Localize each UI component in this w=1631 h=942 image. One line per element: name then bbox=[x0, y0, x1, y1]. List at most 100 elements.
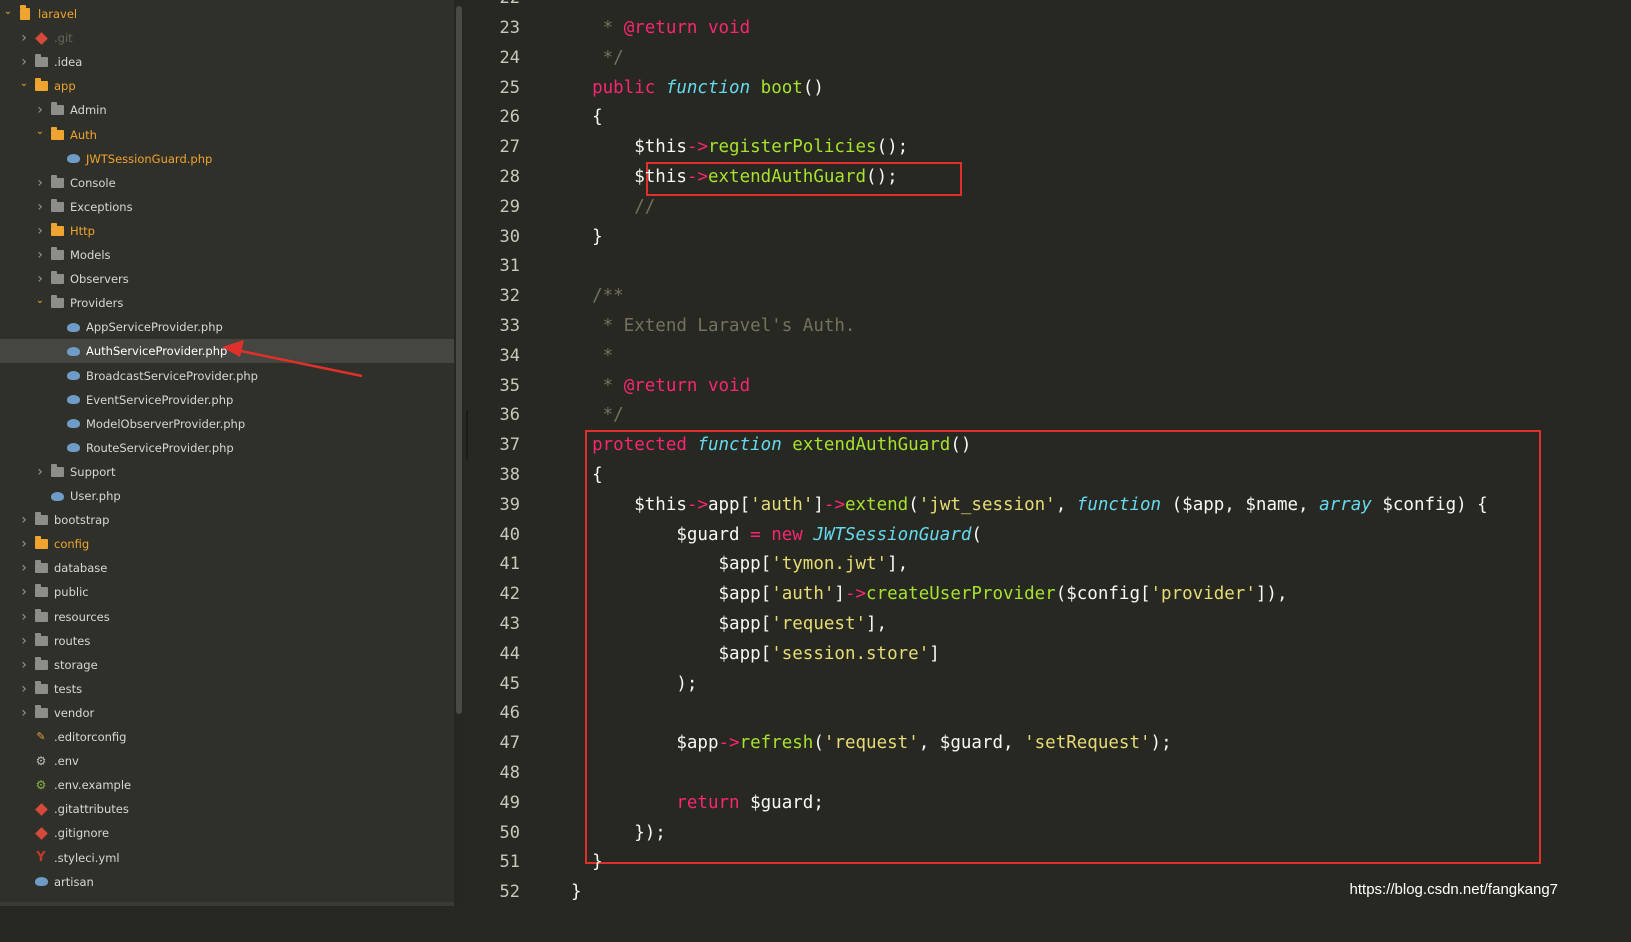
tree-item[interactable]: › routes bbox=[0, 629, 454, 653]
tree-item[interactable]: › .git bbox=[0, 26, 454, 50]
code-line[interactable]: { bbox=[571, 102, 603, 132]
tree-item[interactable]: › Admin bbox=[0, 98, 454, 122]
tree-item-label: database bbox=[54, 561, 108, 576]
tree-item[interactable]: › tests bbox=[0, 677, 454, 701]
code-line[interactable]: $app['tymon.jwt'], bbox=[571, 549, 909, 579]
line-number: 26 bbox=[499, 107, 520, 128]
code-line[interactable]: $app['request'], bbox=[571, 609, 888, 639]
code-line[interactable]: $app['auth']->createUserProvider($config… bbox=[571, 579, 1288, 609]
code-line[interactable]: */ bbox=[571, 43, 624, 73]
code-line[interactable]: // bbox=[571, 192, 655, 222]
code-line[interactable]: /** bbox=[571, 281, 624, 311]
code-line[interactable]: }); bbox=[571, 818, 666, 848]
tree-item-label: config bbox=[54, 537, 90, 552]
tree-item[interactable]: BroadcastServiceProvider.php bbox=[0, 364, 454, 388]
chevron-right-icon[interactable]: › bbox=[34, 464, 46, 480]
code-line[interactable]: protected function extendAuthGuard() bbox=[571, 430, 971, 460]
tree-item[interactable]: › Observers bbox=[0, 267, 454, 291]
chevron-right-icon[interactable]: › bbox=[34, 223, 46, 239]
code-line[interactable]: $this->registerPolicies(); bbox=[571, 132, 908, 162]
tree-item[interactable]: › Exceptions bbox=[0, 195, 454, 219]
chevron-right-icon[interactable]: › bbox=[34, 271, 46, 287]
chevron-down-icon[interactable]: ⌄ bbox=[18, 78, 30, 89]
code-line[interactable]: * bbox=[571, 341, 614, 371]
chevron-right-icon[interactable]: › bbox=[18, 560, 30, 576]
code-token: $guard; bbox=[739, 792, 824, 813]
tree-item[interactable]: ⌄ app bbox=[0, 74, 454, 98]
code-line[interactable]: } bbox=[571, 847, 603, 877]
tree-item[interactable]: ⚙ .env.example bbox=[0, 773, 454, 797]
code-token: createUserProvider bbox=[866, 584, 1056, 605]
tree-item[interactable]: .gitignore bbox=[0, 821, 454, 845]
code-line[interactable]: } bbox=[571, 222, 603, 252]
tree-item[interactable]: .gitattributes bbox=[0, 797, 454, 821]
tree-item[interactable]: › public bbox=[0, 580, 454, 604]
chevron-down-icon[interactable]: ⌄ bbox=[34, 126, 46, 137]
code-token: $app bbox=[571, 733, 719, 754]
tree-item[interactable]: EventServiceProvider.php bbox=[0, 388, 454, 412]
sidebar-scrollbar-thumb[interactable] bbox=[456, 6, 462, 714]
tree-item[interactable]: › database bbox=[0, 556, 454, 580]
tree-item[interactable]: › Support bbox=[0, 460, 454, 484]
tree-item[interactable]: › .idea bbox=[0, 50, 454, 74]
tree-item-label: .env bbox=[54, 754, 79, 769]
code-line[interactable]: $this->extendAuthGuard(); bbox=[571, 162, 897, 192]
code-line[interactable]: ); bbox=[571, 669, 697, 699]
code-token: -> bbox=[823, 494, 845, 515]
code-line[interactable]: $this->app['auth']->extend('jwt_session'… bbox=[571, 490, 1488, 520]
chevron-right-icon[interactable]: › bbox=[34, 102, 46, 118]
chevron-right-icon[interactable]: › bbox=[18, 584, 30, 600]
tree-item[interactable]: › resources bbox=[0, 605, 454, 629]
code-token: -> bbox=[718, 733, 740, 754]
tree-item[interactable]: › vendor bbox=[0, 701, 454, 725]
code-line[interactable]: * Extend Laravel's Auth. bbox=[571, 311, 856, 341]
chevron-right-icon[interactable]: › bbox=[18, 536, 30, 552]
chevron-down-icon[interactable]: ⌄ bbox=[2, 6, 14, 17]
code-line[interactable]: } bbox=[571, 877, 582, 907]
tree-item[interactable]: AppServiceProvider.php bbox=[0, 315, 454, 339]
chevron-right-icon[interactable]: › bbox=[18, 512, 30, 528]
chevron-right-icon[interactable]: › bbox=[18, 609, 30, 625]
chevron-right-icon[interactable]: › bbox=[18, 657, 30, 673]
tree-item[interactable]: artisan bbox=[0, 870, 454, 894]
tree-item[interactable]: AuthServiceProvider.php bbox=[0, 339, 454, 364]
chevron-right-icon[interactable]: › bbox=[34, 199, 46, 215]
code-line[interactable]: */ bbox=[571, 400, 624, 430]
tree-item[interactable]: RouteServiceProvider.php bbox=[0, 436, 454, 460]
tree-item[interactable]: JWTSessionGuard.php bbox=[0, 147, 454, 171]
line-number: 31 bbox=[499, 256, 520, 277]
chevron-right-icon[interactable]: › bbox=[18, 705, 30, 721]
tree-item-label: .env.example bbox=[54, 778, 132, 793]
tree-item[interactable]: Y .styleci.yml bbox=[0, 846, 454, 870]
tree-item[interactable]: › Console bbox=[0, 171, 454, 195]
tree-item[interactable]: ⌄ Auth bbox=[0, 123, 454, 147]
tree-item[interactable]: › config bbox=[0, 532, 454, 556]
code-line[interactable]: $app->refresh('request', $guard, 'setReq… bbox=[571, 728, 1171, 758]
code-line[interactable]: public function boot() bbox=[571, 73, 824, 103]
code-line[interactable]: $guard = new JWTSessionGuard( bbox=[571, 520, 982, 550]
tree-item[interactable]: User.php bbox=[0, 484, 454, 508]
tree-item[interactable]: ModelObserverProvider.php bbox=[0, 412, 454, 436]
chevron-right-icon[interactable]: › bbox=[34, 247, 46, 263]
tree-item[interactable]: ⌄ laravel bbox=[0, 2, 454, 26]
tree-item[interactable]: › storage bbox=[0, 653, 454, 677]
chevron-right-icon[interactable]: › bbox=[18, 633, 30, 649]
tree-item[interactable]: ⌄ Providers bbox=[0, 291, 454, 315]
tree-item[interactable]: ✎ .editorconfig bbox=[0, 725, 454, 749]
code-line[interactable]: $app['session.store'] bbox=[571, 639, 940, 669]
tree-item[interactable]: ⚙ .env bbox=[0, 749, 454, 773]
chevron-right-icon[interactable]: › bbox=[18, 681, 30, 697]
tree-item[interactable]: › Models bbox=[0, 243, 454, 267]
chevron-down-icon[interactable]: ⌄ bbox=[34, 295, 46, 306]
code-line[interactable]: return $guard; bbox=[571, 788, 824, 818]
tree-item[interactable]: › bootstrap bbox=[0, 508, 454, 532]
code-line[interactable]: { bbox=[571, 460, 603, 490]
code-line[interactable]: * @return void bbox=[571, 13, 751, 43]
chevron-right-icon[interactable]: › bbox=[34, 175, 46, 191]
chevron-right-icon[interactable]: › bbox=[18, 30, 30, 46]
tree-item[interactable]: › Http bbox=[0, 219, 454, 243]
code-line[interactable]: * @return void bbox=[571, 371, 751, 401]
chevron-right-icon[interactable]: › bbox=[18, 54, 30, 70]
code-token: ($app, $name, bbox=[1161, 494, 1320, 515]
